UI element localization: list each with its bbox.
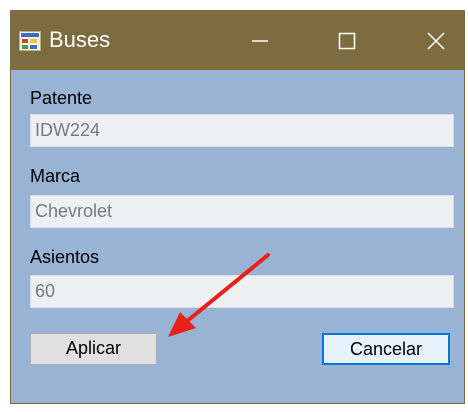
- close-button[interactable]: [413, 11, 459, 70]
- close-icon: [427, 31, 445, 50]
- app-icon: [19, 31, 41, 51]
- buses-window: Buses Patente IDW224 Marca Chevrolet Asi…: [10, 10, 465, 404]
- window-title: Buses: [49, 27, 111, 52]
- title-bar[interactable]: Buses: [11, 11, 464, 70]
- minimize-icon: [252, 39, 268, 42]
- patente-label: Patente: [30, 88, 93, 108]
- maximize-icon: [338, 32, 356, 49]
- apply-button[interactable]: Aplicar: [30, 333, 157, 365]
- cancel-button[interactable]: Cancelar: [322, 333, 450, 365]
- asientos-field[interactable]: 60: [30, 275, 454, 308]
- marca-label: Marca: [30, 166, 81, 186]
- marca-field[interactable]: Chevrolet: [30, 195, 454, 228]
- asientos-label: Asientos: [30, 247, 100, 267]
- maximize-button[interactable]: [324, 11, 370, 70]
- minimize-button[interactable]: [237, 11, 283, 70]
- patente-field[interactable]: IDW224: [30, 114, 454, 147]
